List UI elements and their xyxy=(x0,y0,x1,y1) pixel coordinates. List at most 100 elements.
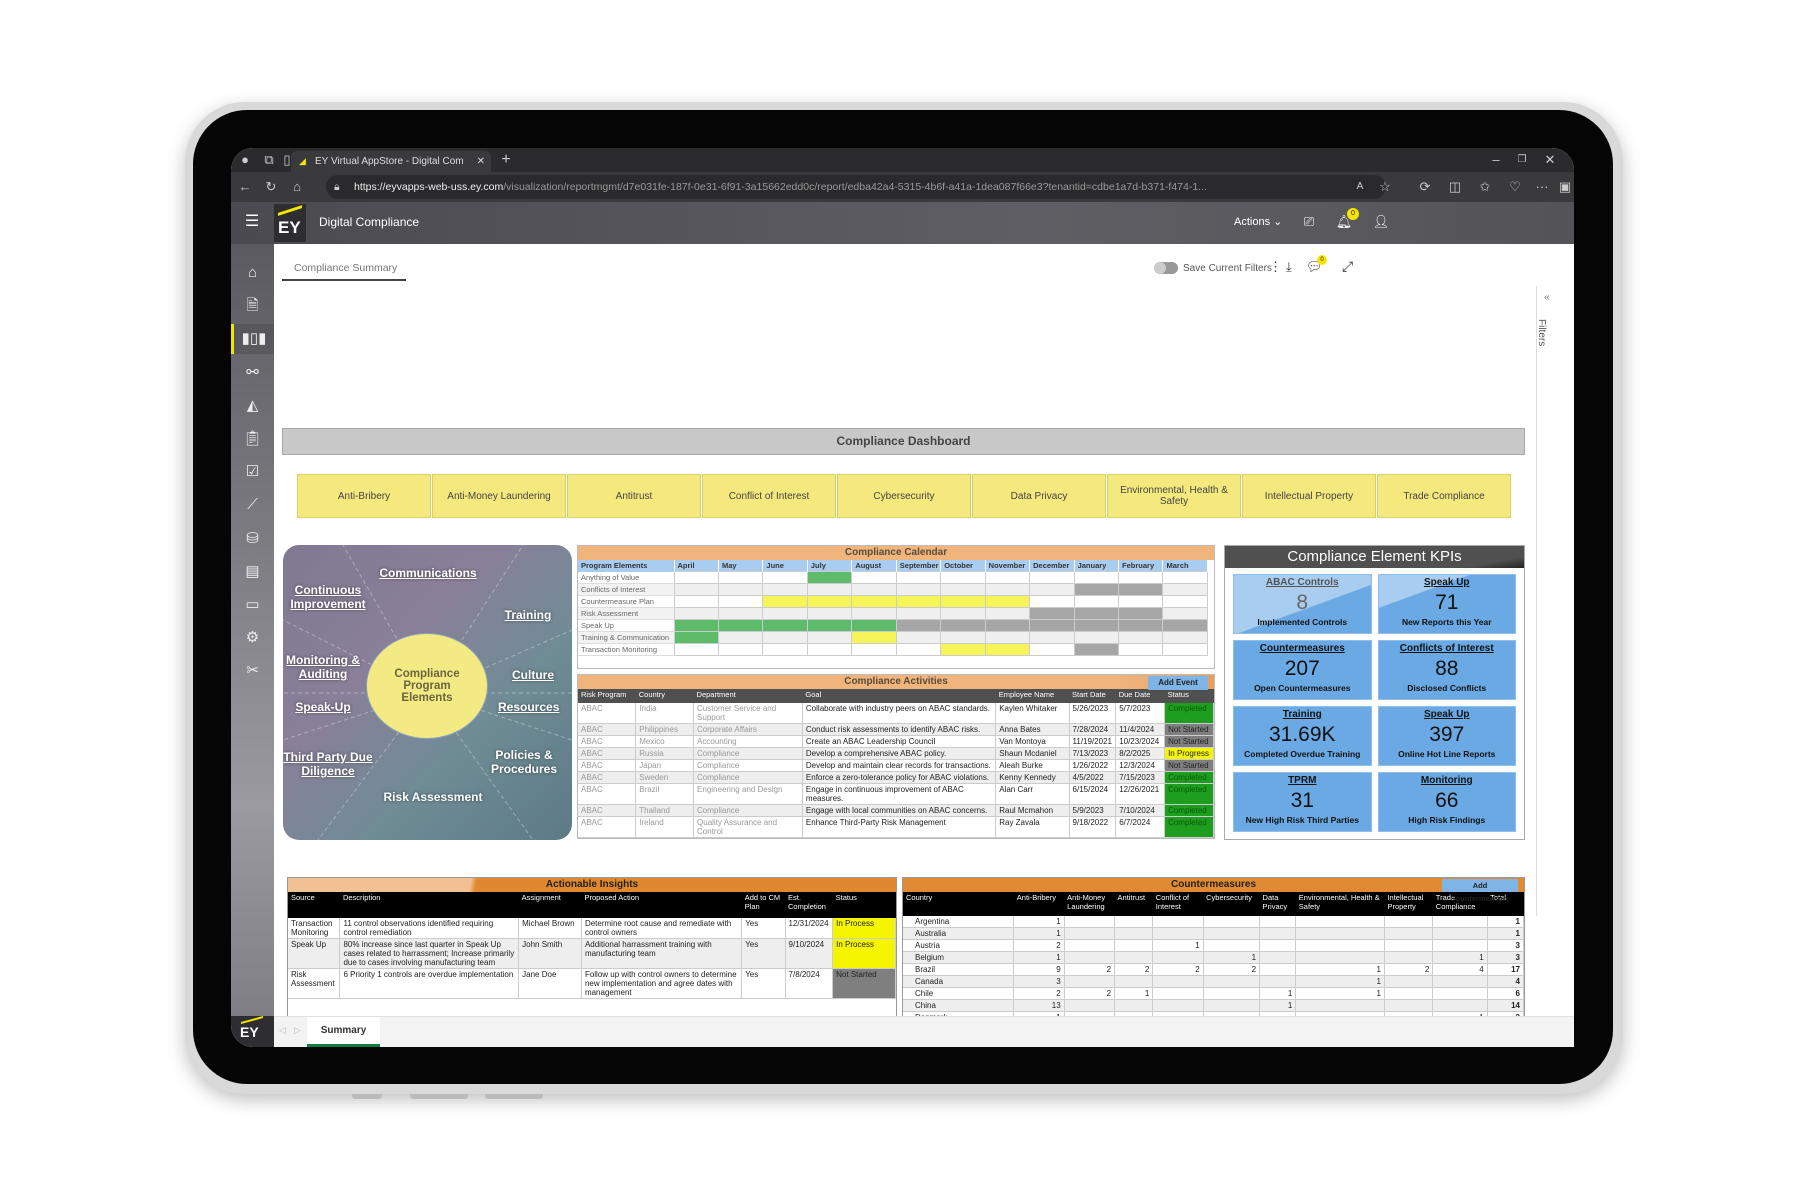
wheel-item-training[interactable]: Training xyxy=(498,608,558,622)
risk-area-button[interactable]: Antitrust xyxy=(567,474,701,518)
new-tab-icon[interactable]: + xyxy=(496,150,516,170)
wheel-item-policies-procedures[interactable]: Policies & Procedures xyxy=(488,748,560,776)
database-icon[interactable]: ⛁ xyxy=(231,524,274,554)
risk-area-button[interactable]: Anti-Bribery xyxy=(297,474,431,518)
next-page-icon[interactable]: ▷ xyxy=(294,1025,301,1036)
wheel-item-communications[interactable]: Communications xyxy=(378,566,478,580)
activities-row[interactable]: ABAC Japan Compliance Develop and maintain … xyxy=(578,759,1214,772)
kpi-card[interactable]: TPRM 31 New High Risk Third Parties xyxy=(1233,772,1372,832)
wheel-item-third-party-due-diligence[interactable]: Third Party Due Diligence xyxy=(283,750,373,778)
browser-tab[interactable]: ◢ EY Virtual AppStore - Digital Com ✕ xyxy=(291,151,491,172)
document-check-icon[interactable]: 🗎︎ xyxy=(231,291,274,321)
more-icon[interactable]: ··· xyxy=(1533,177,1551,197)
feedback-icon[interactable]: ⎚ xyxy=(1299,212,1319,232)
kpi-title[interactable]: Speak Up xyxy=(1379,577,1516,588)
download-icon[interactable]: ⤓ xyxy=(1286,259,1292,275)
kpi-title[interactable]: Countermeasures xyxy=(1234,643,1371,654)
restore-icon[interactable]: ❐ xyxy=(1514,150,1530,170)
insights-row[interactable]: Speak Up 80% increase since last quarter … xyxy=(288,938,896,969)
browser-essentials-icon[interactable]: ♡ xyxy=(1506,177,1524,197)
risk-area-button[interactable]: Data Privacy xyxy=(972,474,1106,518)
insights-column-header[interactable]: Proposed Action xyxy=(581,892,742,918)
refresh-icon[interactable]: ↻ xyxy=(261,177,281,197)
url-input[interactable]: 🔒︎ https://eyvapps-web-uss.ey.com/visual… xyxy=(326,175,1386,199)
activities-column-header[interactable]: Status xyxy=(1164,689,1214,703)
home-icon[interactable]: ⌂ xyxy=(287,177,307,197)
risk-area-button[interactable]: Conflict of Interest xyxy=(702,474,836,518)
kpi-card[interactable]: Training 31.69K Completed Overdue Training xyxy=(1233,706,1372,766)
insights-row[interactable]: Transaction Monitoring 11 control observa… xyxy=(288,918,896,939)
kpi-card[interactable]: Countermeasures 207 Open Countermeasures xyxy=(1233,640,1372,700)
activities-column-header[interactable]: Goal xyxy=(802,689,996,703)
expand-icon[interactable]: ⤢ xyxy=(1342,258,1353,275)
profile-icon[interactable]: ● xyxy=(235,150,255,170)
countermeasures-column-header[interactable]: Data Privacy xyxy=(1259,892,1296,916)
favorite-icon[interactable]: ☆ xyxy=(1376,177,1394,197)
bar-chart-icon[interactable]: ▮▯▮ xyxy=(231,324,274,355)
feedback-icon[interactable]: ▭ xyxy=(231,590,274,620)
wheel-item-culture[interactable]: Culture xyxy=(508,668,558,682)
insights-column-header[interactable]: Add to CM Plan xyxy=(741,892,786,918)
split-screen-icon[interactable]: ◫ xyxy=(1446,177,1464,197)
activities-column-header[interactable]: Department xyxy=(693,689,803,703)
countermeasures-row[interactable]: China 13 1 14 xyxy=(903,999,1524,1012)
activities-row[interactable]: ABACPortugalEngineering and DesignEstabl… xyxy=(578,837,1214,838)
more-options-icon[interactable]: ⋮ xyxy=(1269,259,1282,275)
insights-column-header[interactable]: Description xyxy=(339,892,519,918)
wheel-item-monitoring-auditing[interactable]: Monitoring & Auditing xyxy=(283,653,363,681)
user-icon[interactable]: 👤︎ xyxy=(1371,212,1391,232)
kpi-card[interactable]: Monitoring 66 High Risk Findings xyxy=(1377,772,1516,832)
kpi-title[interactable]: ABAC Controls xyxy=(1234,577,1371,588)
activities-row[interactable]: ABAC Ireland Quality Assurance and Control… xyxy=(578,816,1214,838)
activities-column-header[interactable]: Start Date xyxy=(1069,689,1116,703)
workspaces-icon[interactable]: ⧉ xyxy=(259,150,279,170)
countermeasures-column-header[interactable]: Country xyxy=(903,892,1014,916)
wheel-item-resources[interactable]: Resources xyxy=(498,700,559,714)
kpi-card[interactable]: Speak Up 71 New Reports this Year xyxy=(1377,574,1516,634)
activities-column-header[interactable]: Due Date xyxy=(1115,689,1165,703)
activities-row[interactable]: ABAC India Customer Service and Support Col… xyxy=(578,703,1214,724)
countermeasures-row[interactable]: Argentina 1 1 xyxy=(903,916,1524,928)
minimize-icon[interactable]: – xyxy=(1488,150,1504,170)
kpi-title[interactable]: Conflicts of Interest xyxy=(1379,643,1516,654)
insights-column-header[interactable]: Assignment xyxy=(518,892,582,918)
kpi-title[interactable]: Speak Up xyxy=(1379,709,1516,720)
tab-compliance-summary[interactable]: Compliance Summary xyxy=(294,262,397,274)
kpi-title[interactable]: Training xyxy=(1234,709,1371,720)
countermeasures-row[interactable]: Canada 3 1 4 xyxy=(903,975,1524,988)
countermeasures-column-header[interactable]: Environmental, Health & Safety xyxy=(1295,892,1385,916)
risk-area-button[interactable]: Anti-Money Laundering xyxy=(432,474,566,518)
analytics-icon[interactable]: ◭ xyxy=(231,391,274,421)
filters-pane-label[interactable]: Filters xyxy=(1536,319,1547,346)
clipboard-icon[interactable]: 📋︎ xyxy=(231,424,274,454)
collapse-filters-icon[interactable]: « xyxy=(1544,292,1550,303)
countermeasures-column-header[interactable]: Intellectual Property xyxy=(1384,892,1433,916)
activities-row[interactable]: ABAC Mexico Accounting Create an ABAC Leade… xyxy=(578,735,1214,748)
risk-area-button[interactable]: Environmental, Health & Safety xyxy=(1107,474,1241,518)
prev-page-icon[interactable]: ◁ xyxy=(279,1025,286,1036)
read-aloud-icon[interactable]: A xyxy=(1351,177,1369,197)
extensions-icon[interactable]: ⟳ xyxy=(1416,177,1434,197)
activities-row[interactable]: ABAC Brazil Engineering and Design Engage i… xyxy=(578,783,1214,805)
back-icon[interactable]: ← xyxy=(235,177,255,197)
window-close-icon[interactable]: ✕ xyxy=(1542,150,1558,170)
kpi-title[interactable]: Monitoring xyxy=(1379,775,1516,786)
wheel-item-continuous-improvement[interactable]: Continuous Improvement xyxy=(288,583,368,611)
countermeasures-column-header[interactable]: Cybersecurity xyxy=(1203,892,1260,916)
window-icon[interactable]: ▤ xyxy=(231,557,274,587)
wheel-item-risk-assessment[interactable]: Risk Assessment xyxy=(373,790,493,804)
kpi-title[interactable]: TPRM xyxy=(1234,775,1371,786)
workflow-icon[interactable]: ⚯ xyxy=(231,358,274,388)
sidebar-toggle-icon[interactable]: ▣ xyxy=(1556,177,1574,197)
insights-column-header[interactable]: Status xyxy=(832,892,896,918)
insights-row[interactable]: Risk Assessment 6 Priority 1 controls are… xyxy=(288,968,896,999)
line-chart-icon[interactable]: ⟋ xyxy=(231,490,274,520)
activities-row[interactable]: ABAC Sweden Compliance Enforce a zero-toler… xyxy=(578,771,1214,784)
countermeasures-column-header[interactable]: Conflict of Interest xyxy=(1152,892,1204,916)
countermeasures-row[interactable]: Brazil 9 2 2 2 2 1 2 4 17 xyxy=(903,963,1524,976)
save-filters-toggle[interactable] xyxy=(1154,262,1178,274)
checklist-icon[interactable]: ☑ xyxy=(231,457,274,487)
kpi-card[interactable]: Speak Up 397 Online Hot Line Reports xyxy=(1377,706,1516,766)
activities-column-header[interactable]: Risk Program xyxy=(578,689,636,703)
favorites-bar-icon[interactable]: ✩ xyxy=(1476,177,1494,197)
